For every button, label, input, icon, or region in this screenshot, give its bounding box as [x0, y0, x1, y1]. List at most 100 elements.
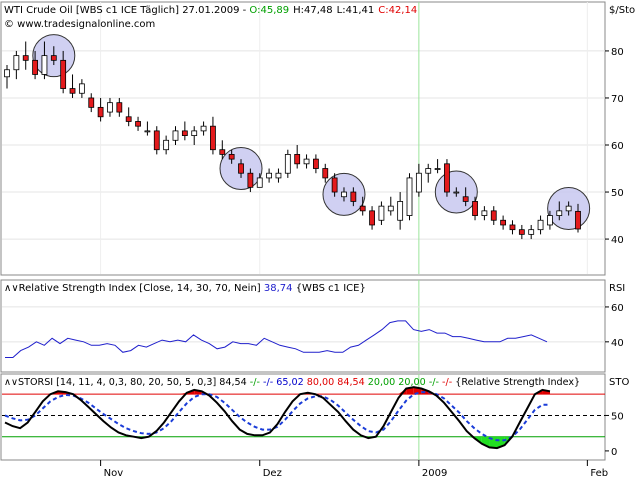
price-tick-label: 80	[611, 47, 624, 58]
candle-body	[228, 154, 235, 160]
candle-body	[200, 125, 207, 132]
candle-body	[406, 177, 413, 216]
rsi-indicator-glyph: ∧∨	[4, 283, 19, 294]
storsi-tick-label: 50	[611, 411, 624, 422]
rsi-value: 38,74	[264, 283, 293, 294]
candle-body	[116, 102, 123, 113]
candle-body	[181, 130, 188, 136]
candle-body	[528, 229, 535, 235]
storsi-header-part: 84,54	[337, 377, 368, 388]
candle-body	[13, 55, 20, 71]
candle-body	[387, 205, 394, 212]
storsi-title: STORSI [14, 11, 4, 0,3, 80, 20, 50, 5, 0…	[18, 377, 250, 388]
candle-body	[275, 172, 282, 179]
candle-body	[107, 102, 113, 113]
rsi-y-axis: 40 60	[605, 303, 624, 349]
candle-body	[191, 130, 198, 136]
price-tick-label: 70	[611, 94, 624, 105]
x-tick-label: Nov	[104, 468, 124, 479]
candle-body	[144, 130, 151, 133]
candle-body	[163, 139, 170, 151]
rsi-right-label: RSI	[609, 283, 625, 294]
candle-body	[256, 177, 263, 188]
candle-body	[397, 201, 404, 221]
price-high: H:47,48	[293, 5, 333, 16]
candle-body	[247, 172, 254, 188]
storsi-header: ∧∨STORSI [14, 11, 4, 0,3, 80, 20, 50, 5,…	[4, 377, 580, 388]
x-tick-label: 2009	[422, 468, 447, 479]
candle-body	[444, 163, 450, 193]
candle-body	[4, 69, 10, 78]
candle-body	[518, 229, 525, 235]
candle-body	[97, 106, 104, 118]
candle-body	[509, 224, 516, 231]
candle-body	[284, 154, 291, 174]
candle-body	[313, 158, 319, 169]
storsi-indicator-glyph: ∧∨	[4, 377, 18, 388]
candle-body	[210, 125, 216, 151]
candle-body	[153, 130, 160, 151]
storsi-header-part: 65,02	[276, 377, 307, 388]
candle-body	[219, 149, 226, 155]
candle-body	[556, 210, 563, 216]
candle-body	[434, 168, 441, 170]
price-unit-label: $/Sto	[609, 5, 635, 16]
candle-body	[500, 219, 507, 226]
candle-body	[359, 205, 366, 212]
candle-body	[172, 130, 179, 141]
rsi-title: Relative Strength Index [Close, 14, 30, …	[19, 283, 264, 294]
storsi-header-part: -/-	[250, 377, 263, 388]
rsi-tick-label: 40	[611, 338, 624, 349]
storsi-tick-label: 0	[611, 447, 617, 458]
candle-body	[462, 196, 469, 202]
candle-body	[41, 55, 48, 75]
candle-body	[369, 210, 375, 226]
storsi-right-label: STO	[609, 377, 629, 388]
candle-body	[294, 154, 301, 165]
candle-body	[341, 191, 347, 198]
candle-body	[322, 168, 329, 179]
rsi-source: {WBS c1 ICE}	[293, 283, 366, 294]
rsi-header: ∧∨Relative Strength Index [Close, 14, 30…	[4, 283, 366, 294]
price-panel	[0, 1, 606, 276]
storsi-header-part: -/-	[263, 377, 276, 388]
price-low: L:41,41	[337, 5, 375, 16]
candle-body	[565, 205, 572, 212]
price-header: WTI Crude Oil [WBS c1 ICE Täglich] 27.01…	[4, 5, 417, 16]
candle-body	[350, 191, 357, 202]
price-close: C:42,14	[378, 5, 417, 16]
price-open: O:45,89	[249, 5, 289, 16]
candle-body	[50, 55, 57, 61]
candle-body	[303, 158, 310, 165]
x-tick-label: Feb	[590, 468, 608, 479]
candle-body	[266, 172, 272, 179]
chart-canvas: 40 50 60 70 80 40 60 0 50 Nov Dez 2009 Feb WTI Cr…	[0, 1, 635, 479]
storsi-header-part: -/-	[442, 377, 455, 388]
candle-body	[481, 210, 488, 216]
storsi-header-part: -/-	[429, 377, 442, 388]
candle-body	[125, 116, 132, 122]
candle-body	[238, 163, 244, 174]
candle-body	[425, 168, 432, 174]
price-tick-label: 60	[611, 141, 624, 152]
storsi-header-part: {Relative Strength Index}	[455, 377, 580, 388]
candle-body	[60, 59, 67, 89]
rsi-tick-label: 60	[611, 303, 624, 314]
x-tick-label: Dez	[263, 468, 282, 479]
candle-body	[575, 210, 581, 230]
storsi-header-part: 20,00	[368, 377, 399, 388]
candle-body	[88, 97, 95, 108]
candle-body	[69, 88, 76, 94]
candle-body	[135, 121, 141, 127]
x-axis: Nov Dez 2009 Feb	[100, 460, 608, 479]
candle-body	[537, 219, 544, 231]
candle-body	[331, 177, 338, 193]
candle-body	[415, 172, 422, 193]
candle-body	[490, 210, 497, 221]
storsi-header-part: 80,00	[307, 377, 338, 388]
candle-body	[378, 205, 385, 221]
storsi-header-part: 20,00	[398, 377, 429, 388]
storsi-y-axis: 0 50	[605, 411, 624, 458]
price-tick-label: 40	[611, 235, 624, 246]
watermark: © www.tradesignalonline.com	[4, 19, 155, 30]
